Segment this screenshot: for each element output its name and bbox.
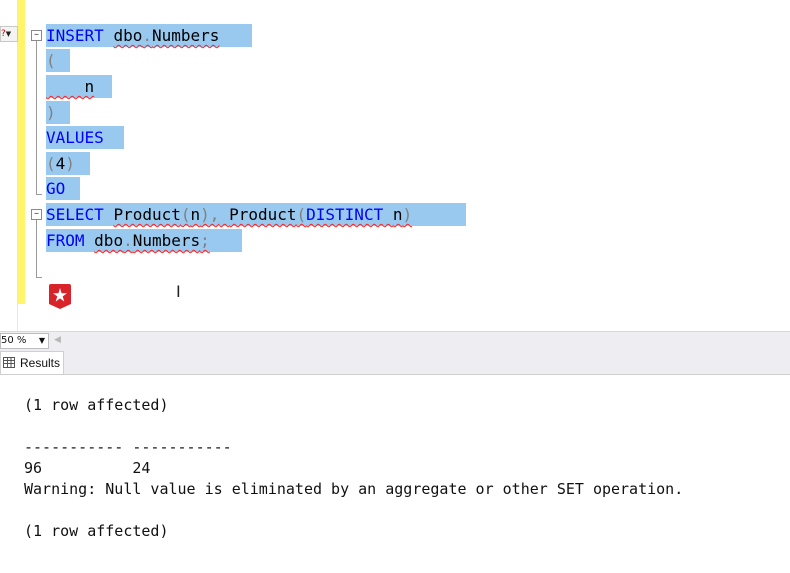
code-line-3[interactable]: n (46, 75, 112, 98)
punct: . (123, 231, 133, 250)
change-indicator-bar (18, 0, 25, 304)
result-line: Warning: Null value is eliminated by an … (24, 480, 684, 498)
text-cursor-icon: I (176, 282, 181, 301)
sql-prompt-icon[interactable] (48, 282, 72, 310)
editor-status-bar: 50 % ▼ ◀ (0, 331, 790, 349)
result-line: 96 24 (24, 459, 151, 477)
code-line-4[interactable]: ) (46, 101, 70, 124)
gutter-dropdown[interactable]: ?▼ (0, 26, 18, 42)
result-line: ----------- ----------- (24, 438, 232, 456)
outline-line-insert (36, 41, 37, 194)
code-line-5[interactable]: VALUES (46, 126, 124, 149)
keyword: DISTINCT (306, 205, 384, 224)
outline-end-select (36, 277, 42, 278)
code-line-1[interactable]: INSERT dbo.Numbers (46, 24, 252, 47)
punct: ) (402, 205, 413, 224)
code-line-6[interactable]: (4) (46, 152, 90, 175)
punct: ( (180, 205, 191, 224)
code-line-7[interactable]: GO (46, 177, 80, 200)
code-line-8[interactable]: SELECT Product(n), Product(DISTINCT n) (46, 203, 466, 226)
results-tab-strip: Results (0, 349, 790, 375)
code-line-2[interactable]: ( (46, 49, 70, 72)
result-line: (1 row affected) (24, 396, 169, 414)
value: 4 (55, 154, 66, 173)
tab-results[interactable]: Results (0, 351, 64, 374)
punct: ), (200, 205, 220, 224)
outline-line-select (36, 220, 37, 278)
zoom-dropdown[interactable]: 50 % ▼ (0, 333, 49, 349)
schema-name: dbo (94, 231, 124, 250)
keyword: SELECT (46, 205, 104, 224)
table-name: Numbers (132, 231, 201, 250)
punct: ( (46, 154, 56, 173)
collapse-select-block-icon[interactable]: – (31, 209, 42, 220)
punct: ; (200, 231, 210, 250)
function-name: Product (113, 205, 181, 224)
function-name: Product (229, 205, 297, 224)
keyword: INSERT (46, 26, 104, 45)
tab-results-label: Results (20, 356, 61, 370)
collapse-insert-block-icon[interactable]: – (31, 30, 42, 41)
zoom-value: 50 % (1, 335, 27, 346)
results-pane[interactable]: (1 row affected) ----------- -----------… (0, 375, 790, 573)
table-name: Numbers (151, 26, 220, 45)
query-editor[interactable]: ?▼ – – INSERT dbo.Numbers ( n ) VALUES (… (0, 0, 790, 331)
chevron-down-icon: ▼ (5, 30, 12, 38)
schema-name: dbo (113, 26, 143, 45)
column-name: n (190, 205, 201, 224)
scroll-left-icon[interactable]: ◀ (54, 335, 61, 345)
grid-icon (3, 357, 15, 368)
column-name: n (46, 77, 95, 96)
result-line: (1 row affected) (24, 522, 169, 540)
outline-end-insert (36, 194, 42, 195)
punct: ( (296, 205, 307, 224)
editor-left-margin (0, 0, 18, 331)
chevron-down-icon: ▼ (38, 336, 45, 345)
keyword: FROM (46, 231, 85, 250)
punct: . (142, 26, 152, 45)
punct: ) (65, 154, 75, 173)
code-line-9[interactable]: FROM dbo.Numbers; (46, 229, 242, 252)
